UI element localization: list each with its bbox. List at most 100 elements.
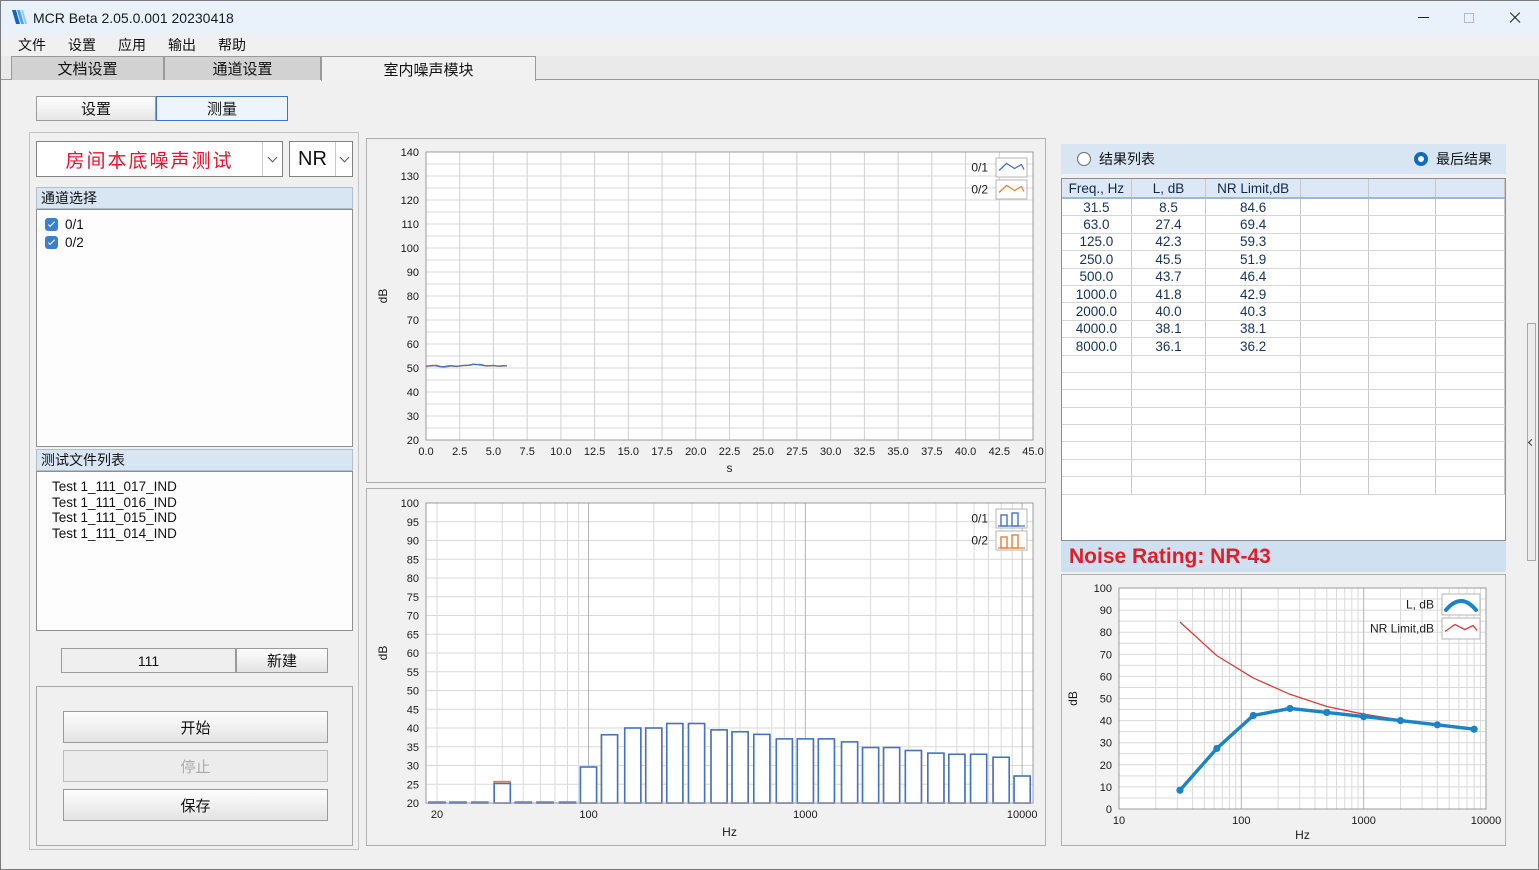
bar-0/1-4000 [928,753,944,803]
table-cell [1132,477,1207,493]
table-cell: 59.3 [1206,234,1301,250]
table-row[interactable]: 250.045.551.9 [1062,251,1505,268]
svg-text:s: s [727,461,733,475]
test-type-combo[interactable]: 房间本底噪声测试 [36,141,283,177]
table-cell: 40.0 [1132,303,1207,319]
table-cell [1436,425,1505,441]
tab-measure[interactable]: 测量 [156,96,288,121]
table-cell [1206,408,1301,424]
table-cell [1301,216,1369,232]
tab-0[interactable]: 文档设置 [11,56,164,80]
table-row[interactable]: 4000.038.138.1 [1062,321,1505,338]
table-cell [1206,356,1301,372]
file-item-3[interactable]: Test 1_111_014_IND [37,526,352,542]
table-cell [1206,477,1301,493]
menu-item-0[interactable]: 文件 [7,34,57,56]
svg-text:2.5: 2.5 [452,446,467,458]
channel-row-0/2[interactable]: 0/2 [37,233,352,251]
new-button[interactable]: 新建 [236,648,328,673]
bar-0/1-10000 [1014,776,1030,803]
table-cell: 4000.0 [1062,321,1132,337]
table-row-empty [1062,477,1505,494]
checkbox-checked-icon[interactable] [45,236,58,249]
tab-1[interactable]: 通道设置 [164,56,321,80]
table-cell [1369,442,1437,458]
table-cell [1301,321,1369,337]
table-cell [1301,477,1369,493]
table-cell [1062,460,1132,476]
svg-text:35.0: 35.0 [887,446,908,458]
svg-text:140: 140 [401,147,419,159]
svg-text:20: 20 [1100,760,1112,772]
stop-button[interactable]: 停止 [63,750,328,782]
table-cell: 45.5 [1132,251,1207,267]
channel-section-header: 通道选择 [36,187,353,209]
maximize-icon [1464,13,1474,23]
bar-0/1-1600 [842,742,858,803]
table-cell [1301,199,1369,215]
table-cell [1206,390,1301,406]
svg-text:110: 110 [401,219,419,231]
close-button[interactable] [1492,1,1538,34]
table-cell [1206,425,1301,441]
menu-item-4[interactable]: 帮助 [207,34,257,56]
menu-item-3[interactable]: 输出 [157,34,207,56]
table-cell [1436,234,1505,250]
table-cell [1369,251,1437,267]
table-cell [1206,442,1301,458]
svg-text:20.0: 20.0 [685,446,706,458]
table-row[interactable]: 2000.040.040.3 [1062,303,1505,320]
table-cell: 2000.0 [1062,303,1132,319]
table-row[interactable]: 8000.036.136.2 [1062,338,1505,355]
svg-text:80: 80 [407,291,419,303]
table-row[interactable]: 500.043.746.4 [1062,269,1505,286]
table-row[interactable]: 1000.041.842.9 [1062,286,1505,303]
table-cell [1132,460,1207,476]
table-cell [1369,286,1437,302]
start-button[interactable]: 开始 [63,711,328,743]
tab-2[interactable]: 室内噪声模块 [321,56,536,81]
table-row[interactable]: 125.042.359.3 [1062,234,1505,251]
table-cell [1369,321,1437,337]
menu-item-2[interactable]: 应用 [107,34,157,56]
maximize-button[interactable] [1446,1,1492,34]
spectrum-chart: 2025303540455055606570758085909510020100… [366,488,1046,846]
table-cell: 36.2 [1206,338,1301,354]
table-row[interactable]: 63.027.469.4 [1062,216,1505,233]
radio-result-list[interactable] [1077,152,1091,166]
svg-text:0/2: 0/2 [971,534,988,548]
radio-last-result[interactable] [1414,152,1428,166]
save-button[interactable]: 保存 [63,789,328,821]
table-cell [1369,373,1437,389]
nr-combo[interactable]: NR [289,141,353,177]
svg-text:85: 85 [407,554,419,566]
bar-0/1-125 [601,735,617,803]
svg-text:25.0: 25.0 [753,446,774,458]
svg-text:60: 60 [407,339,419,351]
nr-dropdown-arrow[interactable] [335,142,352,176]
noise-rating-band: Noise Rating: NR-43 [1061,541,1506,572]
channel-row-0/1[interactable]: 0/1 [37,215,352,233]
table-cell: 41.8 [1132,286,1207,302]
menu-item-1[interactable]: 设置 [57,34,107,56]
test-type-dropdown-arrow[interactable] [262,142,282,176]
table-cell [1369,477,1437,493]
table-cell [1301,338,1369,354]
svg-text:0/1: 0/1 [971,512,988,526]
table-cell [1369,234,1437,250]
file-item-1[interactable]: Test 1_111_016_IND [37,495,352,511]
file-item-0[interactable]: Test 1_111_017_IND [37,479,352,495]
table-cell [1369,390,1437,406]
svg-text:35: 35 [407,742,419,754]
minimize-button[interactable] [1400,1,1446,34]
table-row[interactable]: 31.58.584.6 [1062,199,1505,216]
chevron-down-icon [339,153,349,163]
file-name-input[interactable] [61,648,236,673]
file-item-2[interactable]: Test 1_111_015_IND [37,510,352,526]
panel-splitter[interactable] [1527,323,1536,561]
table-cell: 84.6 [1206,199,1301,215]
table-cell [1301,425,1369,441]
result-mode-band: 结果列表 最后结果 [1061,144,1506,174]
tab-settings[interactable]: 设置 [36,96,156,121]
checkbox-checked-icon[interactable] [45,218,58,231]
